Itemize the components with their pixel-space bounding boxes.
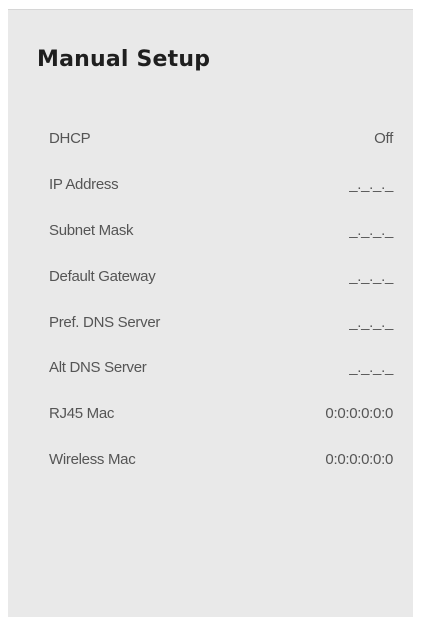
alt-dns-server-row[interactable]: Alt DNS Server _._._._: [49, 345, 393, 391]
default-gateway-label: Default Gateway: [49, 267, 156, 285]
pref-dns-server-label: Pref. DNS Server: [49, 313, 161, 331]
manual-setup-panel: Manual Setup DHCP Off IP Address _._._._…: [8, 10, 413, 617]
ip-address-row[interactable]: IP Address _._._._: [49, 162, 393, 208]
pref-dns-server-row[interactable]: Pref. DNS Server _._._._: [49, 299, 393, 345]
wireless-mac-row: Wireless Mac 0:0:0:0:0:0: [49, 437, 393, 483]
default-gateway-value: _._._._: [349, 267, 393, 285]
rj45-mac-value: 0:0:0:0:0:0: [325, 405, 393, 423]
rj45-mac-label: RJ45 Mac: [49, 405, 115, 423]
pref-dns-server-value: _._._._: [349, 313, 393, 331]
wireless-mac-value: 0:0:0:0:0:0: [325, 450, 393, 468]
dhcp-label: DHCP: [49, 130, 91, 148]
wireless-mac-label: Wireless Mac: [49, 450, 136, 468]
subnet-mask-label: Subnet Mask: [49, 221, 134, 239]
ip-address-value: _._._._: [349, 176, 393, 194]
alt-dns-server-value: _._._._: [349, 359, 393, 377]
dhcp-row[interactable]: DHCP Off: [49, 116, 393, 162]
dhcp-value: Off: [374, 130, 393, 148]
ip-address-label: IP Address: [49, 176, 119, 194]
network-settings-list: DHCP Off IP Address _._._._ Subnet Mask …: [49, 116, 393, 482]
subnet-mask-row[interactable]: Subnet Mask _._._._: [49, 208, 393, 254]
subnet-mask-value: _._._._: [349, 221, 393, 239]
alt-dns-server-label: Alt DNS Server: [49, 359, 147, 377]
default-gateway-row[interactable]: Default Gateway _._._._: [49, 253, 393, 299]
rj45-mac-row: RJ45 Mac 0:0:0:0:0:0: [49, 391, 393, 437]
page-title: Manual Setup: [37, 47, 211, 72]
